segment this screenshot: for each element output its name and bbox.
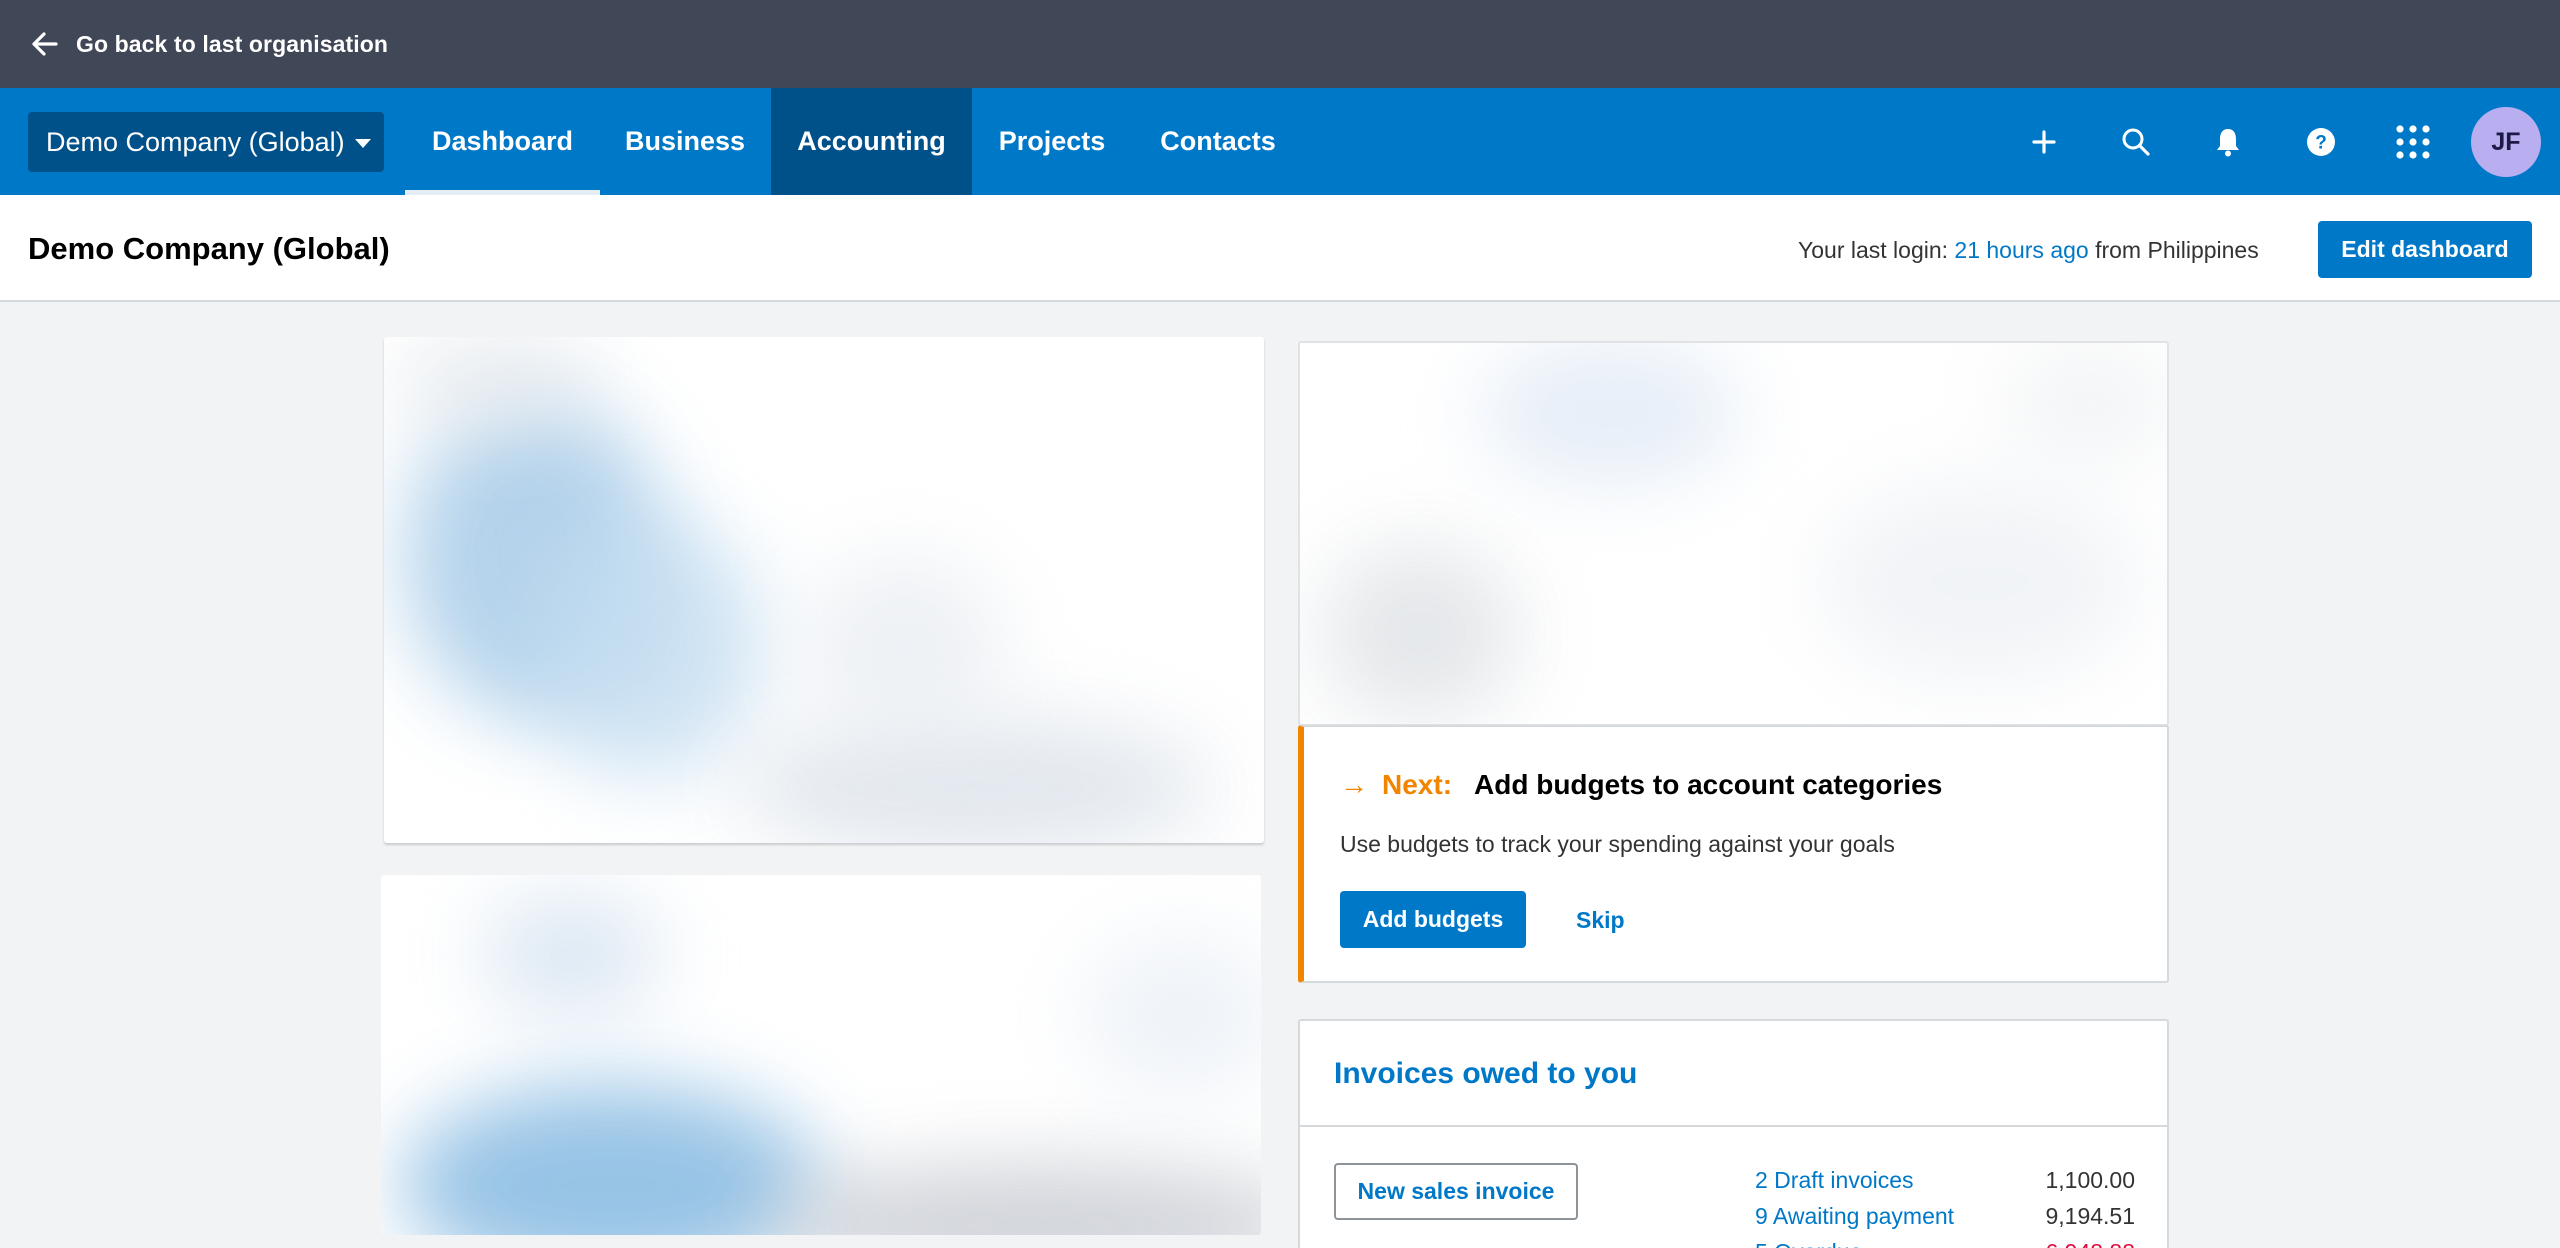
- tab-business[interactable]: Business: [600, 88, 770, 195]
- invoice-summary-row: 9 Awaiting payment 9,194.51: [1755, 1203, 2135, 1230]
- bell-icon[interactable]: [2206, 120, 2250, 164]
- top-bar: Go back to last organisation: [0, 0, 2560, 88]
- plus-icon[interactable]: [2022, 120, 2066, 164]
- org-switcher-label: Demo Company (Global): [46, 126, 345, 157]
- blur-shape: [804, 557, 1004, 737]
- avatar-initials: JF: [2491, 127, 2521, 156]
- tab-dashboard[interactable]: Dashboard: [405, 88, 600, 195]
- last-login-info: Your last login: 21 hours ago from Phili…: [1798, 237, 2259, 264]
- blur-shape: [1320, 543, 1520, 723]
- org-switcher[interactable]: Demo Company (Global): [28, 112, 384, 172]
- awaiting-payment-link[interactable]: 9 Awaiting payment: [1755, 1203, 1954, 1230]
- overdue-amount: 6,948.88: [2045, 1239, 2135, 1248]
- skip-button[interactable]: Skip: [1576, 907, 1625, 934]
- page-title: Demo Company (Global): [28, 231, 390, 266]
- next-step-title: Add budgets to account categories: [1474, 769, 1943, 800]
- next-step-header: → Next: Add budgets to account categorie…: [1340, 769, 1942, 801]
- blur-shape: [761, 1165, 1261, 1235]
- invoices-card-header: Invoices owed to you: [1300, 1021, 2167, 1127]
- invoice-summary-row: 2 Draft invoices 1,100.00: [1755, 1167, 2135, 1194]
- tab-accounting[interactable]: Accounting: [771, 88, 972, 195]
- blur-shape: [1081, 935, 1261, 1095]
- back-arrow-icon[interactable]: [30, 29, 60, 59]
- tab-projects[interactable]: Projects: [972, 88, 1132, 195]
- next-step-card: → Next: Add budgets to account categorie…: [1298, 725, 2169, 983]
- blur-shape: [1820, 483, 2140, 683]
- edit-dashboard-button[interactable]: Edit dashboard: [2318, 221, 2532, 278]
- blur-shape: [401, 1085, 821, 1235]
- blurred-widget: [384, 337, 1264, 843]
- last-login-suffix: from Philippines: [2088, 237, 2259, 263]
- blur-shape: [1480, 343, 1740, 483]
- next-step-label: Next:: [1382, 769, 1453, 800]
- caret-down-icon: [354, 138, 371, 148]
- tab-contacts[interactable]: Contacts: [1132, 88, 1304, 195]
- search-icon[interactable]: [2114, 120, 2158, 164]
- back-to-organisation-link[interactable]: Go back to last organisation: [76, 31, 388, 58]
- blur-shape: [481, 895, 661, 1015]
- svg-text:?: ?: [2315, 133, 2327, 154]
- blurred-widget: [381, 875, 1261, 1235]
- blur-shape: [2000, 343, 2167, 463]
- page-header: Demo Company (Global) Your last login: 2…: [0, 195, 2560, 302]
- invoices-owed-card: Invoices owed to you New sales invoice 2…: [1298, 1019, 2169, 1248]
- tab-dashboard-label: Dashboard: [431, 126, 574, 156]
- awaiting-payment-amount: 9,194.51: [2045, 1203, 2135, 1229]
- invoice-summary-row: 5 Overdue 6,948.88: [1755, 1239, 2135, 1248]
- last-login-time-link[interactable]: 21 hours ago: [1954, 237, 2088, 263]
- avatar[interactable]: JF: [2471, 107, 2541, 177]
- overdue-link[interactable]: 5 Overdue: [1755, 1239, 1862, 1248]
- main-nav: Demo Company (Global) Dashboard Business…: [0, 88, 2560, 195]
- blur-shape: [394, 337, 594, 427]
- help-icon[interactable]: ?: [2299, 120, 2343, 164]
- add-budgets-button[interactable]: Add budgets: [1340, 891, 1526, 948]
- tab-business-label: Business: [624, 126, 746, 156]
- blur-shape: [524, 517, 764, 777]
- tab-accounting-label: Accounting: [797, 126, 946, 156]
- tab-contacts-label: Contacts: [1160, 126, 1276, 156]
- next-step-description: Use budgets to track your spending again…: [1340, 831, 1895, 857]
- arrow-right-icon: →: [1340, 769, 1368, 800]
- draft-invoices-amount: 1,100.00: [2045, 1167, 2135, 1193]
- blurred-widget: [1298, 341, 2169, 726]
- blur-shape: [734, 717, 1214, 843]
- new-sales-invoice-button[interactable]: New sales invoice: [1334, 1163, 1578, 1220]
- apps-grid-icon[interactable]: [2391, 120, 2435, 164]
- draft-invoices-link[interactable]: 2 Draft invoices: [1755, 1167, 1914, 1194]
- invoices-owed-title[interactable]: Invoices owed to you: [1334, 1057, 1637, 1091]
- tab-projects-label: Projects: [998, 126, 1106, 156]
- last-login-prefix: Your last login:: [1798, 237, 1955, 263]
